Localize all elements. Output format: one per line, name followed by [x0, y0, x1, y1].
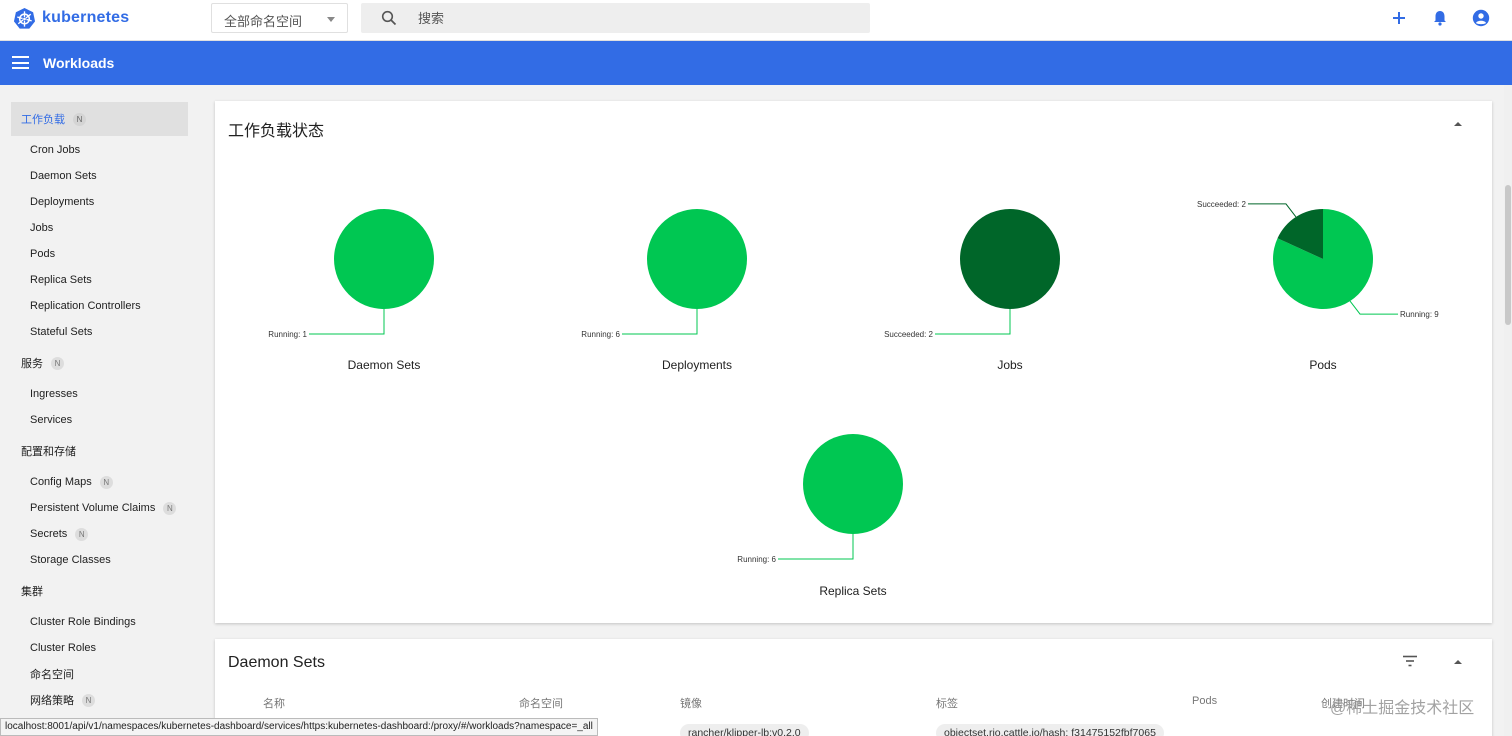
pie-leader-line: [622, 309, 698, 335]
sidebar-category-label: 服务: [21, 358, 43, 370]
sidebar-item-cluster-role-bindings[interactable]: Cluster Role Bindings: [30, 614, 136, 630]
pie-label: Running: 6: [581, 330, 620, 339]
sidebar-category-services[interactable]: 服务 N: [11, 350, 188, 376]
sidebar-item-pods[interactable]: Pods: [30, 246, 55, 262]
pie-slice-running[interactable]: [647, 209, 747, 309]
sidebar-category-label: 集群: [21, 586, 43, 598]
pie-slice-succeeded[interactable]: [960, 209, 1060, 309]
sidebar-item-secrets[interactable]: Secrets N: [30, 526, 89, 542]
sidebar-item-cluster-roles[interactable]: Cluster Roles: [30, 640, 96, 656]
namespaced-badge: N: [82, 693, 95, 707]
sidebar-item-jobs[interactable]: Jobs: [30, 220, 53, 236]
sidebar-category-label: 配置和存储: [21, 446, 76, 458]
page-header: Workloads: [0, 41, 1512, 85]
account-icon[interactable]: [1472, 9, 1490, 27]
pie-leader-line: [778, 534, 854, 560]
image-chip: rancher/klipper-lb:v0.2.0: [680, 724, 809, 736]
pie-caption: Replica Sets: [819, 584, 887, 598]
pie-slice-running[interactable]: [334, 209, 434, 309]
sidebar-item-storage-classes[interactable]: Storage Classes: [30, 552, 111, 568]
sidebar-item-persistent-volume-claims[interactable]: Persistent Volume Claims N: [30, 500, 177, 516]
column-header-name[interactable]: 名称: [263, 695, 285, 711]
sidebar-item-replica-sets[interactable]: Replica Sets: [30, 272, 92, 288]
link-status-bar: localhost:8001/api/v1/namespaces/kuberne…: [0, 718, 598, 736]
app-name: kubernetes: [42, 9, 130, 26]
column-header-images: 镜像: [680, 698, 702, 710]
sidebar: 工作负载 N Cron Jobs Daemon Sets Deployments…: [0, 85, 203, 736]
pie-label: Succeeded: 2: [884, 330, 933, 339]
sidebar-item-stateful-sets[interactable]: Stateful Sets: [30, 324, 92, 340]
page-title: Workloads: [43, 55, 115, 71]
pie-leader-line: [1349, 300, 1399, 315]
chevron-down-icon: [327, 17, 335, 22]
card-title: Daemon Sets: [228, 654, 325, 671]
filter-icon[interactable]: [1402, 655, 1418, 667]
pie-caption: Pods: [1309, 358, 1337, 372]
search-input[interactable]: [418, 9, 838, 27]
sidebar-item-replication-controllers[interactable]: Replication Controllers: [30, 298, 141, 314]
kubernetes-logo-icon: [13, 7, 36, 29]
sidebar-category-label: 工作负载: [21, 114, 65, 126]
sidebar-item-deployments[interactable]: Deployments: [30, 194, 94, 210]
search-icon: [381, 10, 397, 26]
namespaced-badge: N: [73, 112, 86, 126]
namespaced-badge: N: [99, 475, 113, 489]
scrollbar-thumb[interactable]: [1505, 185, 1511, 325]
sidebar-item-label: Secrets: [30, 528, 68, 540]
sidebar-item-daemon-sets[interactable]: Daemon Sets: [30, 168, 97, 184]
pie-leader-line: [1247, 203, 1297, 218]
pie-label: Running: 6: [737, 555, 776, 564]
pie-slice-running[interactable]: [803, 434, 903, 534]
namespace-select[interactable]: 全部命名空间: [211, 3, 348, 33]
sidebar-item-label: 网络策略: [30, 695, 74, 707]
collapse-icon[interactable]: [1454, 660, 1462, 664]
column-header-labels: 标签: [936, 698, 958, 710]
namespaced-badge: N: [75, 527, 89, 541]
sidebar-item-ingresses[interactable]: Ingresses: [30, 386, 78, 402]
notifications-bell-icon[interactable]: [1431, 9, 1449, 27]
add-icon[interactable]: [1390, 9, 1408, 27]
pie-caption: Deployments: [661, 358, 733, 372]
sidebar-category-workloads[interactable]: 工作负载 N: [11, 102, 188, 136]
sidebar-item-cron-jobs[interactable]: Cron Jobs: [30, 142, 80, 158]
sidebar-item-namespaces[interactable]: 命名空间: [30, 666, 74, 682]
pie-caption: Jobs: [997, 358, 1023, 372]
pie-caption: Daemon Sets: [347, 358, 421, 372]
watermark: @稀土掘金技术社区: [1330, 700, 1475, 717]
sidebar-item-label: Config Maps: [30, 476, 92, 488]
sidebar-item-config-maps[interactable]: Config Maps N: [30, 474, 113, 490]
label-chip: objectset.rio.cattle.io/hash: f31475152f…: [936, 724, 1164, 736]
namespace-select-value: 全部命名空间: [224, 14, 303, 29]
pie-leader-line: [309, 309, 385, 335]
pie-leader-line: [935, 309, 1011, 335]
pie-label: Succeeded: 2: [1197, 200, 1246, 209]
sidebar-item-label: Persistent Volume Claims: [30, 502, 156, 514]
sidebar-category-config-storage[interactable]: 配置和存储: [11, 438, 188, 464]
sidebar-item-network-policies[interactable]: 网络策略 N: [30, 692, 95, 708]
scrollbar[interactable]: [1504, 85, 1512, 736]
column-header-namespace[interactable]: 命名空间: [519, 695, 563, 711]
menu-icon[interactable]: [12, 56, 29, 69]
sidebar-category-cluster[interactable]: 集群: [11, 578, 188, 604]
top-bar: kubernetes 全部命名空间: [0, 0, 1512, 41]
pie-label: Running: 1: [268, 330, 307, 339]
column-header-pods: Pods: [1192, 695, 1218, 707]
sidebar-item-services[interactable]: Services: [30, 412, 72, 428]
workload-status-card: 工作负载状态 Running: 1 Running: 6 Succeeded: 2R…: [215, 101, 1492, 623]
app-logo[interactable]: kubernetes: [13, 6, 129, 30]
namespaced-badge: N: [51, 356, 64, 370]
search-bar[interactable]: [361, 3, 870, 33]
pie-label: Running: 9: [1400, 310, 1439, 319]
namespaced-badge: N: [163, 501, 177, 515]
